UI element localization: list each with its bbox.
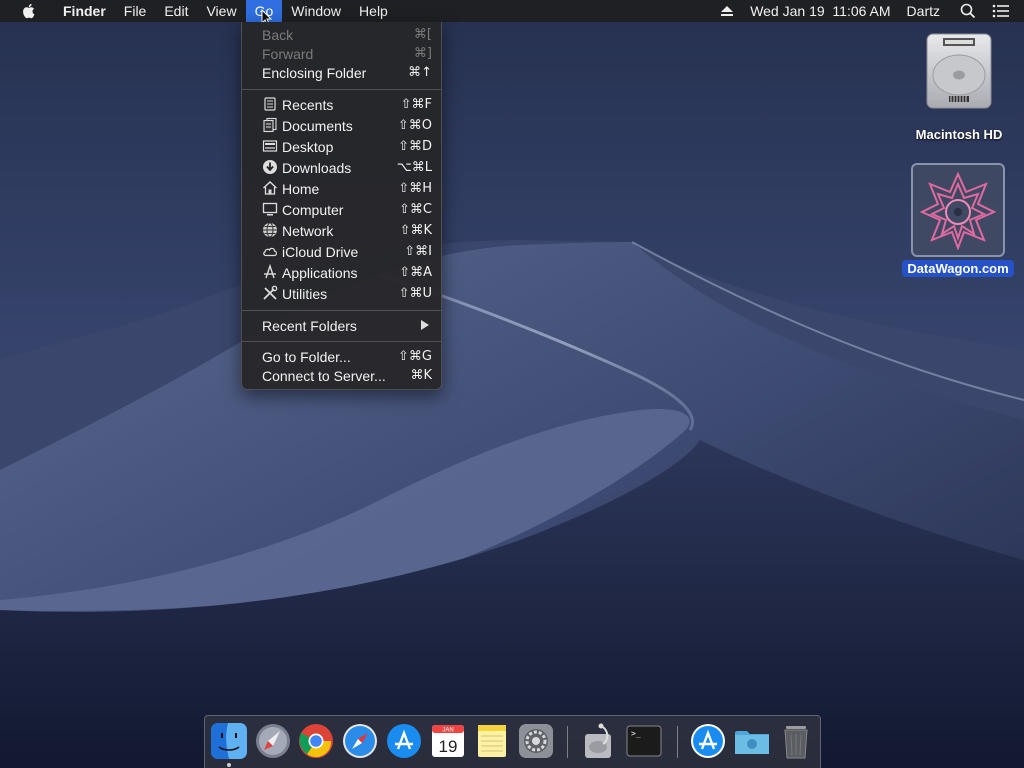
menu-help[interactable]: Help bbox=[350, 0, 397, 22]
menu-item-documents[interactable]: Documents ⇧⌘O bbox=[242, 115, 441, 136]
menu-item-go-to-folder[interactable]: Go to Folder... ⇧⌘G bbox=[242, 346, 441, 367]
chrome-icon[interactable] bbox=[297, 722, 335, 760]
menu-separator bbox=[242, 310, 441, 311]
menu-item-icloud-drive[interactable]: iCloud Drive ⇧⌘I bbox=[242, 241, 441, 262]
desktop-icon-macintosh-hd[interactable]: Macintosh HD bbox=[904, 30, 1014, 143]
go-menu-dropdown: Back ⌘[ Forward ⌘] Enclosing Folder ⌘↑ R… bbox=[241, 22, 442, 390]
menu-item-network[interactable]: Network ⇧⌘K bbox=[242, 220, 441, 241]
documents-icon bbox=[263, 117, 277, 133]
safari-icon[interactable] bbox=[341, 722, 379, 760]
desktop-icon-datawagon[interactable]: DataWagon.com bbox=[898, 163, 1018, 277]
menu-separator bbox=[242, 341, 441, 342]
menu-edit[interactable]: Edit bbox=[155, 0, 197, 22]
recents-icon bbox=[264, 97, 276, 111]
svg-text:JAN: JAN bbox=[442, 728, 453, 734]
desktop-wallpaper bbox=[0, 0, 1024, 768]
launchpad-icon[interactable] bbox=[254, 722, 292, 760]
terminal-icon[interactable]: >_ bbox=[625, 722, 663, 760]
menu-bar: Finder File Edit View Go Window Help Wed… bbox=[0, 0, 1024, 22]
svg-text:>_: >_ bbox=[631, 729, 641, 738]
home-icon bbox=[263, 181, 277, 195]
dock-divider bbox=[677, 726, 678, 758]
menu-window[interactable]: Window bbox=[282, 0, 350, 22]
hard-drive-icon bbox=[926, 33, 992, 109]
svg-text:19: 19 bbox=[439, 737, 458, 756]
menu-item-forward[interactable]: Forward ⌘] bbox=[242, 43, 441, 64]
dock-divider bbox=[567, 726, 568, 758]
menu-item-back[interactable]: Back ⌘[ bbox=[242, 24, 441, 45]
downloads-icon bbox=[263, 160, 277, 174]
calendar-icon[interactable]: JAN 19 bbox=[429, 722, 467, 760]
icloud-icon bbox=[263, 247, 277, 257]
desktop-icon-label: DataWagon.com bbox=[902, 260, 1014, 277]
disk-utility-icon[interactable] bbox=[579, 722, 617, 760]
menu-view[interactable]: View bbox=[197, 0, 245, 22]
menu-item-desktop[interactable]: Desktop ⇧⌘D bbox=[242, 136, 441, 157]
menu-item-downloads[interactable]: Downloads ⌥⌘L bbox=[242, 157, 441, 178]
menu-finder[interactable]: Finder bbox=[54, 0, 115, 22]
applications-folder-icon[interactable] bbox=[689, 722, 727, 760]
menu-item-recents[interactable]: Recents ⇧⌘F bbox=[242, 94, 441, 115]
menu-item-home[interactable]: Home ⇧⌘H bbox=[242, 178, 441, 199]
menu-item-computer[interactable]: Computer ⇧⌘C bbox=[242, 199, 441, 220]
apple-icon[interactable] bbox=[18, 0, 40, 22]
dock: JAN 19 >_ bbox=[204, 715, 821, 768]
menu-item-utilities[interactable]: Utilities ⇧⌘U bbox=[242, 283, 441, 304]
submenu-arrow-icon bbox=[421, 320, 429, 330]
eject-icon[interactable] bbox=[712, 0, 742, 22]
datawagon-image-icon bbox=[919, 171, 997, 250]
trash-icon[interactable] bbox=[777, 722, 815, 760]
computer-icon bbox=[262, 202, 278, 216]
menu-item-connect-to-server[interactable]: Connect to Server... ⌘K bbox=[242, 365, 441, 386]
menu-item-enclosing-folder[interactable]: Enclosing Folder ⌘↑ bbox=[242, 62, 441, 83]
menu-file[interactable]: File bbox=[115, 0, 156, 22]
spotlight-search-icon[interactable] bbox=[952, 0, 984, 22]
network-icon bbox=[263, 222, 277, 238]
notification-center-icon[interactable] bbox=[984, 0, 1024, 22]
desktop-icon-label: Macintosh HD bbox=[915, 127, 1003, 142]
applications-icon bbox=[264, 264, 276, 279]
running-indicator bbox=[227, 763, 231, 767]
menu-separator bbox=[242, 89, 441, 90]
menu-item-applications[interactable]: Applications ⇧⌘A bbox=[242, 262, 441, 283]
menu-item-recent-folders[interactable]: Recent Folders bbox=[242, 315, 441, 336]
finder-icon[interactable] bbox=[210, 722, 248, 760]
app-store-icon[interactable] bbox=[385, 722, 423, 760]
utilities-icon bbox=[263, 285, 278, 300]
notes-icon[interactable] bbox=[473, 722, 511, 760]
menubar-clock[interactable]: Wed Jan 19 11:06 AM bbox=[742, 0, 898, 22]
desktop-icon bbox=[262, 140, 278, 152]
menubar-user[interactable]: Dartz bbox=[899, 0, 952, 22]
system-preferences-icon[interactable] bbox=[517, 722, 555, 760]
downloads-folder-icon[interactable] bbox=[733, 722, 771, 760]
